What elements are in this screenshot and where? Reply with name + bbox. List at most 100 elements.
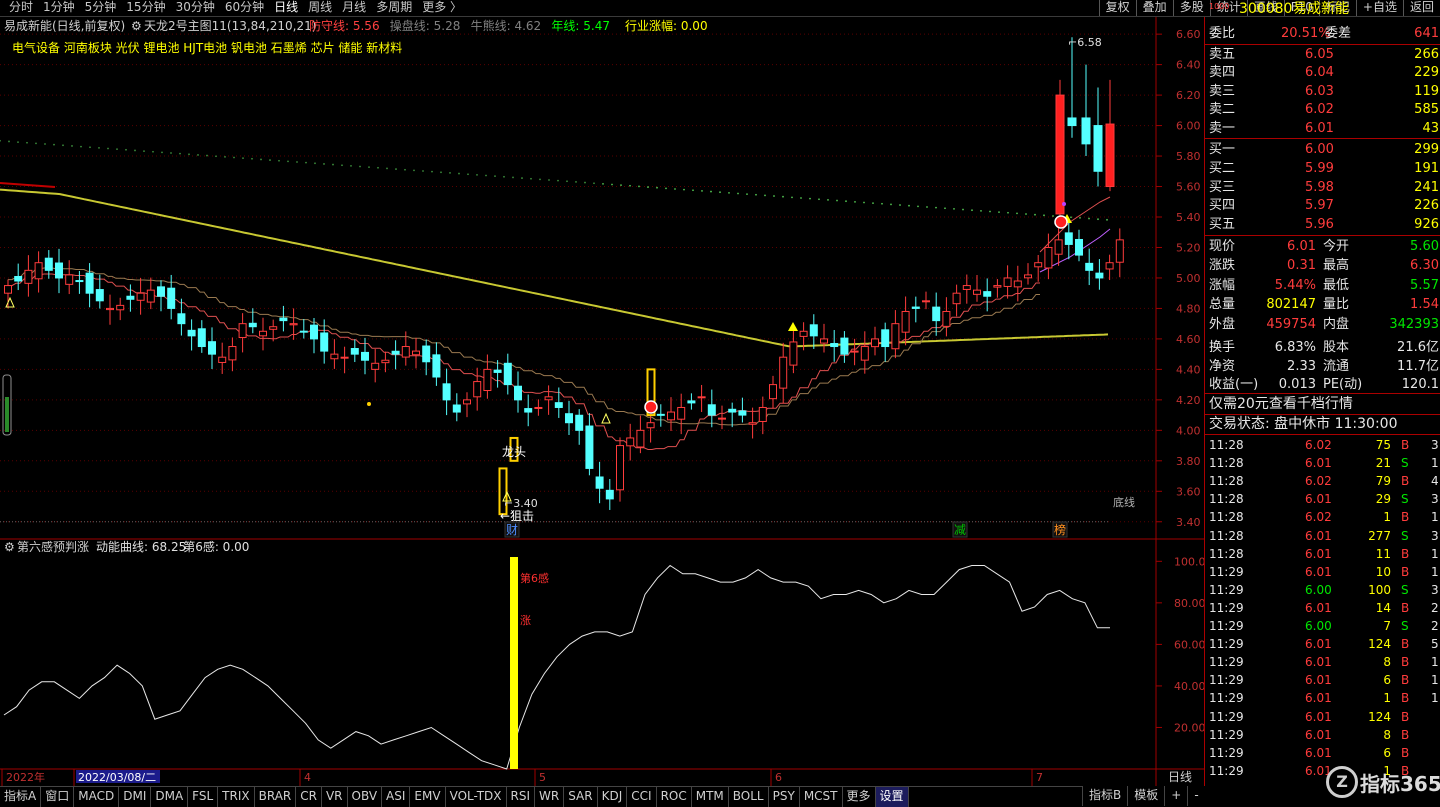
period-tab[interactable]: 日线 [269, 0, 303, 16]
promo-row[interactable]: 仅需20元查看千档行情 [1205, 395, 1440, 413]
candle-body [718, 417, 726, 420]
dragon-annotation: 龙头 [502, 445, 526, 459]
dotted-ma-point [908, 204, 910, 207]
indicator-tab[interactable]: BRAR [255, 787, 297, 807]
dotted-ma-point [143, 150, 145, 152]
indicator-tab[interactable]: 设置 [875, 787, 909, 807]
dotted-ma-point [557, 179, 559, 182]
indicator-tab[interactable]: RSI [507, 787, 536, 807]
candle-body [14, 276, 23, 282]
dotted-ma-point [629, 184, 631, 187]
promo-text[interactable]: 仅需20元查看千档行情 [1209, 395, 1353, 413]
tick-volume: 29 [1375, 492, 1391, 507]
dotted-ma-point [152, 150, 154, 153]
dotted-ma-point [845, 200, 847, 203]
tick-row: 11:29 6.01 6 B 1 [1205, 671, 1440, 689]
candle-body [799, 330, 808, 337]
event-badge-label[interactable]: 财 [506, 523, 518, 537]
indicator-tab[interactable]: VR [322, 787, 348, 807]
sub-settings-icon[interactable]: ⚙ [4, 540, 15, 554]
order-price: 5.98 [1305, 179, 1334, 195]
stat-value: 802147 [1266, 297, 1316, 313]
event-badge-label[interactable]: 榜 [1054, 522, 1066, 537]
y-tick-label: 4.80 [1176, 302, 1201, 315]
period-tab[interactable]: 分时 [4, 0, 38, 16]
dotted-ma-point [800, 197, 802, 199]
tool-button[interactable]: 叠加 [1135, 0, 1173, 16]
settings-gear-icon[interactable]: ⚙ [131, 19, 142, 33]
candle-body [952, 292, 961, 305]
order-price: 6.00 [1305, 142, 1334, 157]
indicator-tab[interactable]: CR [296, 787, 322, 807]
indicator-tab[interactable]: OBV [348, 787, 383, 807]
indicator-tab[interactable]: EMV [410, 787, 446, 807]
y-tick-label: 6.20 [1176, 89, 1201, 102]
dotted-ma-point [953, 208, 955, 210]
dotted-ma-point [692, 189, 694, 192]
period-tab[interactable]: 月线 [337, 0, 371, 16]
indicator-tab[interactable]: WR [535, 787, 565, 807]
order-price: 6.01 [1305, 120, 1334, 136]
candle-body [973, 289, 981, 295]
tick-count: 3 [1431, 582, 1439, 597]
indicator-tab[interactable]: MCST [800, 787, 843, 807]
period-tab[interactable]: 5分钟 [80, 0, 122, 16]
period-tab[interactable]: 周线 [303, 0, 337, 16]
tool-button[interactable]: 复权 [1098, 0, 1136, 16]
y-tick-label: 5.40 [1176, 211, 1201, 224]
bottom-right-tab[interactable]: 指标B [1082, 786, 1127, 806]
candle-body [187, 329, 196, 337]
event-badge-label[interactable]: 减 [954, 523, 966, 537]
bottom-right-tab[interactable]: - [1187, 786, 1204, 806]
indicator-tab[interactable]: MTM [692, 787, 729, 807]
kline-chart[interactable]: 6.60 6.40 6.20 6.00 5.80 5.60 5.40 5.20 5.00 4.80… [0, 17, 1204, 787]
candle-body [75, 280, 84, 283]
indicator-tab[interactable]: KDJ [598, 787, 628, 807]
period-tab[interactable]: 1分钟 [38, 0, 80, 16]
indicator-tab[interactable]: FSL [188, 787, 219, 807]
period-label[interactable]: 日线 [1168, 770, 1192, 784]
period-tab[interactable]: 多周期 [371, 0, 417, 16]
indicator-tab[interactable]: PSY [769, 787, 800, 807]
stat-label: 外盘 [1209, 316, 1236, 332]
tick-count: 5 [1431, 637, 1439, 652]
tick-price: 6.01 [1305, 456, 1332, 471]
period-tab[interactable]: 15分钟 [121, 0, 170, 16]
indicator-tab[interactable]: VOL-TDX [446, 787, 507, 807]
candle-body [983, 291, 992, 297]
dotted-ma-point [836, 199, 838, 202]
stat-label: 净资 [1209, 358, 1236, 374]
indicator-tab[interactable]: CCI [627, 787, 657, 807]
indicator-tab[interactable]: TRIX [218, 787, 255, 807]
indicator-tab[interactable]: 窗口 [41, 787, 75, 807]
indicator-tab[interactable]: DMI [119, 787, 152, 807]
dotted-ma-point [98, 146, 100, 149]
dotted-ma-point [1034, 213, 1036, 216]
bottom-right-tab[interactable]: + [1164, 786, 1187, 806]
indicator-tab[interactable]: SAR [564, 787, 598, 807]
period-tab[interactable]: 30分钟 [171, 0, 220, 16]
indicator-tab[interactable]: ASI [382, 787, 411, 807]
sub-field: 动能曲线: 68.25 [96, 540, 186, 554]
tick-time: 11:29 [1209, 655, 1244, 670]
indicator-tab[interactable]: 更多 [843, 787, 876, 807]
indicator-tab[interactable]: MACD [74, 787, 120, 807]
bottom-right-tab[interactable]: 模板 [1127, 786, 1164, 806]
period-tab[interactable]: 60分钟 [220, 0, 269, 16]
tick-price: 6.02 [1305, 438, 1332, 452]
candle-body [371, 362, 380, 370]
candle-body [871, 338, 879, 348]
indicator-tab[interactable]: BOLL [729, 787, 769, 807]
indicator-tab[interactable]: DMA [151, 787, 189, 807]
signal-circle-icon [644, 400, 658, 414]
candle-body [442, 383, 451, 401]
period-tab[interactable]: 更多 〉 [417, 0, 467, 16]
dotted-ma-point [539, 178, 541, 181]
stat-label: 收益(一) [1209, 377, 1259, 393]
candle-body [667, 411, 675, 421]
stat-row: 收益(一) 0.013 PE(动) 120.1 [1205, 376, 1440, 394]
tick-time: 11:28 [1209, 474, 1244, 489]
indicator-tab[interactable]: 指标A [0, 787, 42, 807]
indicator-tab[interactable]: ROC [657, 787, 692, 807]
x-axis-label: 4 [304, 771, 311, 784]
